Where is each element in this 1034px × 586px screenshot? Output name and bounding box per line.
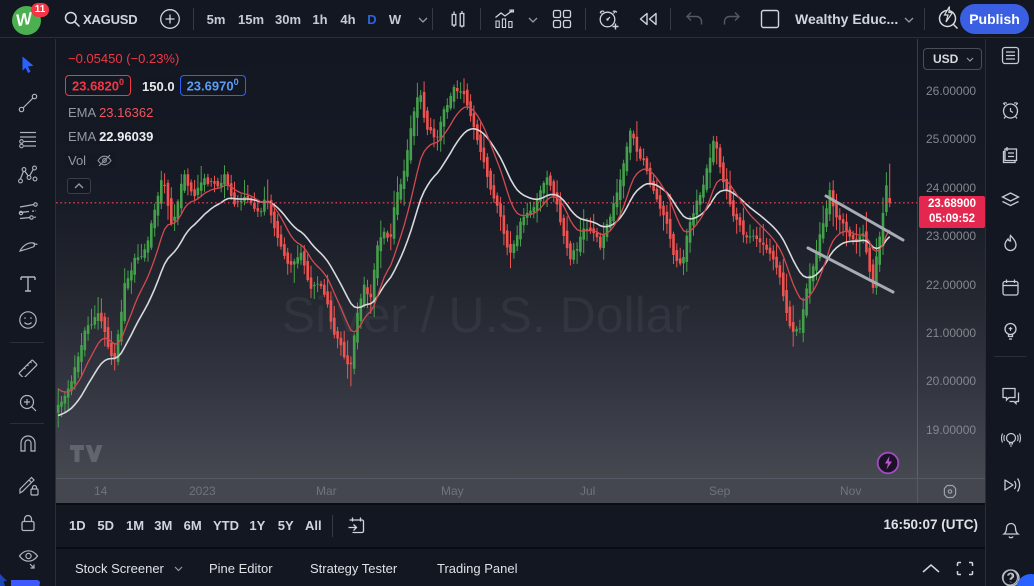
svg-text:Silver / U.S. Dollar: Silver / U.S. Dollar — [282, 287, 690, 343]
